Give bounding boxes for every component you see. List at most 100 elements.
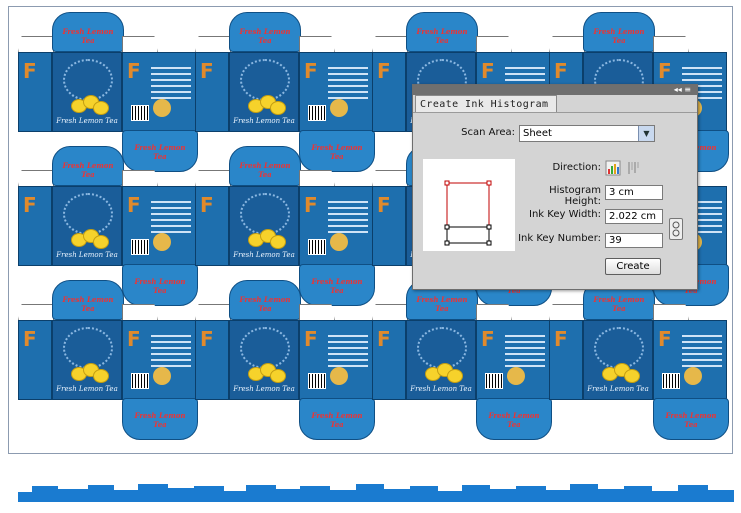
dust-flap [299,170,335,187]
chevron-down-icon[interactable]: ▼ [638,126,654,141]
tab-brand-text: Fresh Lemon Tea [665,411,717,429]
tab-brand-text: Fresh Lemon Tea [62,27,114,45]
box-dieline: Fresh Lemon TeaFFresh Lemon TeaFFresh Le… [372,280,552,440]
scan-area-label: Scan Area: [461,127,515,138]
front-brand-text: Fresh Lemon Tea [56,385,118,393]
top-tuck-tab: Fresh Lemon Tea [52,280,124,320]
glue-flap [18,36,54,53]
brand-logo: F [481,59,495,83]
cup-illustration [153,99,171,117]
brand-logo: F [554,59,568,83]
glue-flap [18,304,54,321]
brand-logo: F [377,59,391,83]
barcode [131,373,149,389]
brand-logo: F [304,59,318,83]
brand-logo: F [658,59,672,83]
front-panel: Fresh Lemon Tea [52,320,122,400]
brand-logo: F [200,59,214,83]
lemon-image [447,369,463,383]
barcode [662,373,680,389]
brand-logo: F [127,193,141,217]
box-dieline: Fresh Lemon TeaFFresh Lemon TeaFFresh Le… [549,280,729,440]
front-brand-text: Fresh Lemon Tea [233,117,295,125]
tab-divider [413,112,697,113]
side-panel: F [372,186,406,266]
front-panel: Fresh Lemon Tea [583,320,653,400]
top-tuck-tab: Fresh Lemon Tea [583,12,655,52]
dialog-controls[interactable]: ◂◂ ≡ [674,85,691,95]
ingredients-text [151,63,191,103]
scan-area-select[interactable]: Sheet ▼ [519,125,655,142]
side-panel: F [195,320,229,400]
ingredients-text [328,197,368,237]
ingredients-text [328,63,368,103]
brand-logo: F [481,327,495,351]
brand-logo: F [23,59,37,83]
bottom-tuck-tab: Fresh Lemon Tea [122,398,198,440]
dust-flap [122,36,158,53]
front-panel: Fresh Lemon Tea [229,52,299,132]
brand-logo: F [658,327,672,351]
box-dieline: Fresh Lemon TeaFFresh Lemon TeaFFresh Le… [195,146,375,306]
tab-brand-text: Fresh Lemon Tea [311,411,363,429]
back-panel: F [122,52,196,132]
side-panel: F [18,320,52,400]
front-brand-text: Fresh Lemon Tea [587,385,649,393]
top-tuck-tab: Fresh Lemon Tea [52,12,124,52]
tab-brand-text: Fresh Lemon Tea [488,411,540,429]
top-tuck-tab: Fresh Lemon Tea [229,146,301,186]
box-dieline: Fresh Lemon TeaFFresh Lemon TeaFFresh Le… [195,12,375,172]
glue-flap [195,304,231,321]
lemon-image [270,101,286,115]
scan-area-value: Sheet [523,128,552,139]
back-panel: F [122,186,196,266]
box-dieline: Fresh Lemon TeaFFresh Lemon TeaFFresh Le… [195,280,375,440]
barcode [131,105,149,121]
tab-brand-text: Fresh Lemon Tea [239,295,291,313]
ink-histogram-strip [18,484,734,502]
dust-flap [476,36,512,53]
vertical-bars-icon[interactable] [605,160,621,176]
cup-illustration [330,367,348,385]
dust-flap [122,304,158,321]
brand-logo: F [200,193,214,217]
horizontal-bars-icon[interactable] [625,160,641,176]
tab-brand-text: Fresh Lemon Tea [62,161,114,179]
brand-logo: F [200,327,214,351]
dialog-title-bar[interactable]: ◂◂ ≡ [413,85,697,95]
histogram-preview [423,159,515,251]
box-dieline: Fresh Lemon TeaFFresh Lemon TeaFFresh Le… [18,146,198,306]
cup-illustration [507,367,525,385]
ingredients-text [328,331,368,371]
lemon-image [624,369,640,383]
front-brand-text: Fresh Lemon Tea [56,117,118,125]
glue-flap [549,36,585,53]
barcode [308,373,326,389]
box-dieline: Fresh Lemon TeaFFresh Lemon TeaFFresh Le… [18,12,198,172]
cup-illustration [153,233,171,251]
dust-flap [476,304,512,321]
tab-brand-text: Fresh Lemon Tea [416,27,468,45]
histogram-height-input[interactable]: 3 cm [605,185,663,200]
ink-key-width-input[interactable]: 2.022 cm [605,209,663,224]
ingredients-text [151,197,191,237]
top-tuck-tab: Fresh Lemon Tea [52,146,124,186]
brand-logo: F [304,327,318,351]
brand-logo: F [127,327,141,351]
side-panel: F [18,186,52,266]
ink-key-width-label: Ink Key Width: [529,209,601,220]
brand-logo: F [23,193,37,217]
chain-link-icon[interactable] [669,218,683,240]
tab-brand-text: Fresh Lemon Tea [593,295,645,313]
side-panel: F [18,52,52,132]
brand-logo: F [23,327,37,351]
brand-logo: F [377,193,391,217]
glue-flap [195,170,231,187]
dust-flap [653,304,689,321]
ink-key-number-input[interactable]: 39 [605,233,663,248]
brand-logo: F [127,59,141,83]
create-button[interactable]: Create [605,258,661,275]
lemon-image [93,235,109,249]
preview-diagram [444,180,492,246]
histogram-height-label: Histogram Height: [549,185,601,207]
